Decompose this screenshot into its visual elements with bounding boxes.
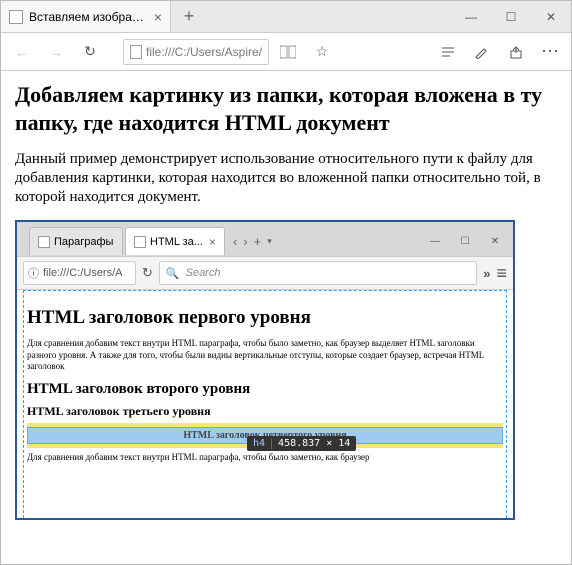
page-content: Добавляем картинку из папки, которая вло… — [1, 71, 571, 564]
reader-button[interactable] — [273, 37, 303, 67]
page-paragraph: Данный пример демонстрирует использовани… — [15, 150, 557, 206]
paragraph-2: Для сравнения добавим текст внутри HTML … — [27, 452, 503, 464]
browser-tab[interactable]: Вставляем изображени × — [1, 1, 171, 32]
toolbar: ← → ↻ file:///C:/Users/Aspire/ ☆ ⋯ — [1, 33, 571, 71]
inner-refresh-button[interactable]: ↻ — [142, 265, 153, 281]
search-placeholder: Search — [186, 267, 221, 279]
overflow-button[interactable]: » — [483, 266, 490, 281]
heading-1: HTML заголовок первого уровня — [27, 306, 503, 330]
minimize-button[interactable]: — — [421, 230, 449, 252]
inner-toolbar: ⓘ file:///C:/Users/A ↻ 🔍 Search » ≡ — [17, 256, 513, 290]
favorite-button[interactable]: ☆ — [307, 37, 337, 67]
address-text: file:///C:/Users/Aspire/ — [146, 45, 262, 59]
inner-search-box[interactable]: 🔍 Search — [159, 261, 477, 285]
share-icon — [508, 45, 524, 59]
inner-tab-nav: ‹ › + ▾ — [227, 234, 278, 249]
menu-button[interactable]: ≡ — [496, 263, 507, 284]
back-button[interactable]: ← — [7, 37, 37, 67]
more-button[interactable]: ⋯ — [535, 37, 565, 67]
forward-button[interactable]: → — [41, 37, 71, 67]
close-tab-icon[interactable]: × — [154, 9, 162, 25]
heading-3: HTML заголовок третьего уровня — [27, 404, 503, 419]
refresh-button[interactable]: ↻ — [75, 37, 105, 67]
edge-window: Вставляем изображени × + — ☐ ✕ ← → ↻ fil… — [0, 0, 572, 565]
tab-dropdown-button[interactable]: ▾ — [267, 236, 272, 247]
paragraph-1: Для сравнения добавим текст внутри HTML … — [27, 338, 503, 373]
inner-window-buttons: — ☐ ✕ — [421, 230, 509, 252]
devtools-tooltip: h4 458.837 × 14 — [247, 436, 356, 451]
inner-tab-1[interactable]: Параграфы ... — [29, 227, 123, 255]
embedded-screenshot: Параграфы ... HTML за... × ‹ › + ▾ — ☐ — [15, 220, 515, 520]
tooltip-dimensions: 458.837 × 14 — [278, 438, 350, 449]
inner-titlebar: Параграфы ... HTML за... × ‹ › + ▾ — ☐ — [17, 222, 513, 256]
hub-button[interactable] — [433, 37, 463, 67]
close-window-button[interactable]: ✕ — [481, 230, 509, 252]
maximize-button[interactable]: ☐ — [451, 230, 479, 252]
favicon-icon — [9, 10, 23, 24]
new-tab-button[interactable]: + — [254, 234, 262, 249]
page-title: Добавляем картинку из папки, которая вло… — [15, 81, 557, 136]
inner-page-content: HTML заголовок первого уровня Для сравне… — [17, 290, 513, 518]
minimize-button[interactable]: — — [451, 1, 491, 32]
tab-title: Вставляем изображени — [29, 10, 148, 24]
annotate-button[interactable] — [467, 37, 497, 67]
favicon-icon — [38, 236, 50, 248]
hub-icon — [440, 45, 456, 59]
reader-icon — [280, 45, 296, 59]
maximize-button[interactable]: ☐ — [491, 1, 531, 32]
share-button[interactable] — [501, 37, 531, 67]
heading-2: HTML заголовок второго уровня — [27, 381, 503, 398]
inner-tab-2-active[interactable]: HTML за... × — [125, 227, 225, 255]
search-icon: 🔍 — [166, 267, 180, 280]
pen-icon — [474, 45, 490, 59]
close-window-button[interactable]: ✕ — [531, 1, 571, 32]
favicon-icon — [134, 236, 146, 248]
document-icon — [130, 45, 142, 59]
inner-address-text: file:///C:/Users/A — [43, 267, 131, 279]
inner-address-bar[interactable]: ⓘ file:///C:/Users/A — [23, 261, 136, 285]
tooltip-separator — [271, 439, 272, 449]
new-tab-button[interactable]: + — [171, 1, 207, 32]
info-icon: ⓘ — [28, 265, 39, 281]
tab-back-button[interactable]: ‹ — [233, 234, 237, 249]
address-bar[interactable]: file:///C:/Users/Aspire/ — [123, 39, 269, 65]
window-buttons: — ☐ ✕ — [451, 1, 571, 32]
close-tab-icon[interactable]: × — [209, 235, 216, 249]
tooltip-tag: h4 — [253, 438, 265, 449]
tab-forward-button[interactable]: › — [243, 234, 247, 249]
titlebar: Вставляем изображени × + — ☐ ✕ — [1, 1, 571, 33]
